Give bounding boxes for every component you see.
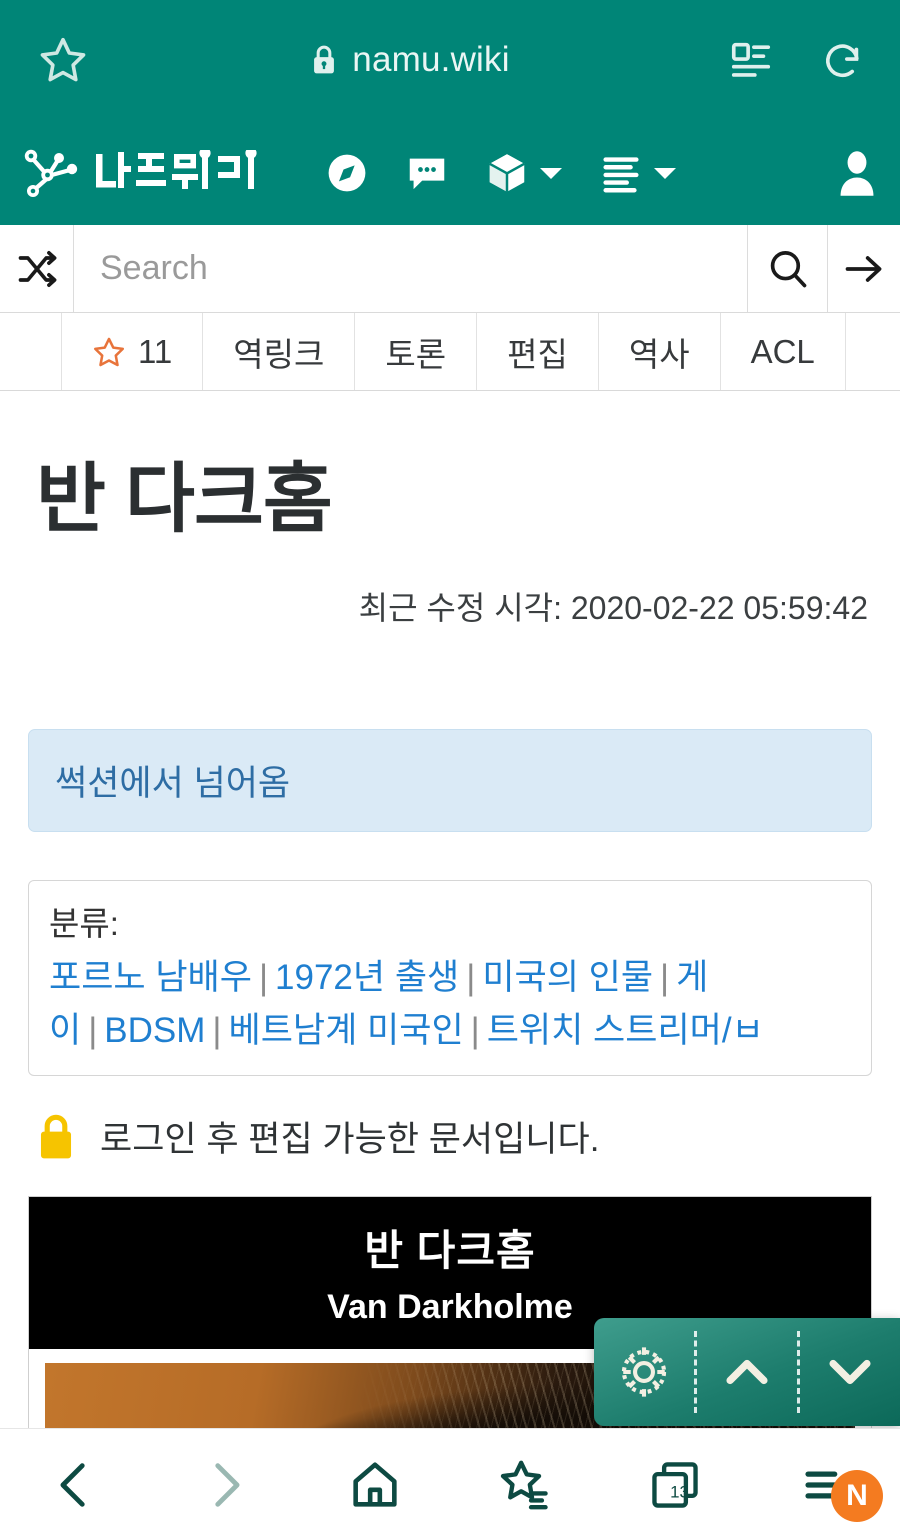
article-action-tabs: 11 역링크 토론 편집 역사 ACL (0, 313, 900, 391)
go-button[interactable] (828, 225, 900, 312)
scroll-up-button[interactable] (697, 1318, 797, 1426)
floating-toolbar (594, 1318, 900, 1426)
category-link[interactable]: BDSM (104, 1011, 205, 1050)
user-avatar-icon[interactable] (836, 148, 878, 198)
tab-stack-icon: 13 (646, 1456, 704, 1514)
tab-acl[interactable]: ACL (721, 313, 846, 390)
category-separator: | (470, 1011, 480, 1051)
category-link[interactable]: 트위치 스트리머/ㅂ (487, 1011, 764, 1050)
star-outline-icon (92, 335, 126, 369)
nav-chat-button[interactable] (404, 150, 450, 196)
category-link[interactable]: 미국의 인물 (482, 958, 653, 997)
scroll-down-button[interactable] (800, 1318, 900, 1426)
browser-bottom-nav: 13 N (0, 1428, 900, 1540)
search-bar (0, 225, 900, 313)
chevron-down-icon (821, 1343, 879, 1401)
category-separator: | (466, 958, 476, 997)
chevron-left-icon (46, 1456, 104, 1514)
namuwiki-wordmark (94, 146, 276, 196)
shuffle-icon (15, 247, 59, 291)
redirect-notice: 썩션에서 넘어옴 (28, 729, 872, 832)
tab-label: 편집 (507, 335, 568, 373)
tabs-left-spacer (0, 313, 62, 390)
category-link[interactable]: 베트남계 미국인 (229, 1011, 464, 1050)
star-outline-icon[interactable] (34, 31, 92, 89)
chat-bubble-icon (404, 150, 450, 196)
revision-timestamp: 최근 수정 시각: 2020-02-22 05:59:42 (358, 590, 868, 626)
tab-edit[interactable]: 편집 (477, 313, 599, 390)
nav-compass-button[interactable] (324, 150, 370, 196)
chevron-down-icon[interactable] (652, 164, 678, 182)
tab-switcher-button[interactable]: 13 (600, 1456, 750, 1514)
page-title: 반 다크홈 (36, 457, 333, 542)
namuwiki-logo[interactable] (22, 146, 276, 200)
floating-settings-button[interactable] (594, 1318, 694, 1426)
site-navigation-bar (0, 120, 900, 225)
url-display[interactable]: namu.wiki (92, 40, 728, 80)
tab-label: 역링크 (233, 335, 325, 373)
tab-label: 역사 (628, 335, 690, 373)
url-text: namu.wiki (352, 40, 510, 79)
category-label: 분류: (49, 905, 119, 942)
category-separator: | (258, 958, 269, 997)
star-count-label: 11 (138, 332, 173, 370)
lock-icon (310, 43, 338, 77)
edit-lock-notice: 로그인 후 편집 가능한 문서입니다. (28, 1110, 872, 1162)
reader-view-icon[interactable] (728, 37, 774, 83)
browser-address-bar: namu.wiki (0, 0, 900, 120)
infobox-title-korean: 반 다크홈 (364, 1227, 536, 1275)
lock-icon (34, 1110, 78, 1162)
tab-count-label: 13 (670, 1482, 689, 1501)
bookmark-star-icon (496, 1456, 554, 1514)
category-separator: | (88, 1011, 98, 1051)
search-input[interactable] (100, 249, 747, 288)
lock-notice-text: 로그인 후 편집 가능한 문서입니다. (100, 1119, 600, 1159)
category-separator: | (212, 1011, 222, 1051)
magnifier-icon (766, 247, 810, 291)
sidebar-item-star-count[interactable]: 11 (62, 313, 204, 390)
search-submit-button[interactable] (748, 225, 828, 312)
notification-badge: N (831, 1469, 883, 1522)
category-link[interactable]: 포르노 남배우 (49, 958, 252, 997)
chevron-up-icon (718, 1343, 776, 1401)
gear-icon (615, 1343, 673, 1401)
category-box: 분류: 포르노 남배우 | 1972년 출생 | 미국의 인물 | 게이 | BDSM | 베트남계… (28, 880, 872, 1077)
redirect-source-link[interactable]: 썩션에서 넘어옴 (55, 755, 290, 806)
tab-label: ACL (750, 332, 815, 370)
tab-label: 토론 (385, 335, 447, 373)
category-link[interactable]: 1972년 출생 (275, 958, 459, 997)
cube-icon (484, 150, 530, 196)
forward-button[interactable] (150, 1456, 300, 1514)
list-lines-icon (598, 150, 644, 196)
nav-list-button[interactable] (598, 150, 678, 196)
tab-backlinks[interactable]: 역링크 (203, 313, 356, 390)
back-button[interactable] (0, 1456, 150, 1514)
namuwiki-tree-icon (22, 146, 84, 200)
menu-button[interactable]: N (750, 1456, 900, 1522)
arrow-right-icon (842, 247, 886, 291)
compass-icon (324, 150, 370, 196)
bookmarks-button[interactable] (450, 1456, 600, 1514)
tab-discussion[interactable]: 토론 (355, 313, 478, 390)
random-page-button[interactable] (0, 225, 74, 312)
mobile-browser-screen: namu.wiki Search 11 역링크 토론 편집 역사 ACL 반 다… (0, 0, 900, 1540)
home-button[interactable] (300, 1456, 450, 1514)
search-field-wrapper[interactable] (74, 225, 748, 312)
chevron-down-icon[interactable] (538, 164, 564, 182)
category-separator: | (660, 958, 670, 997)
category-links: 포르노 남배우 | 1972년 출생 | 미국의 인물 | 게이 | BDSM | 베트남계 미국인… (49, 951, 851, 1057)
nav-cube-button[interactable] (484, 150, 564, 196)
reload-icon[interactable] (820, 37, 866, 83)
chevron-right-icon (196, 1456, 254, 1514)
home-icon (346, 1456, 404, 1514)
tab-history[interactable]: 역사 (599, 313, 721, 390)
